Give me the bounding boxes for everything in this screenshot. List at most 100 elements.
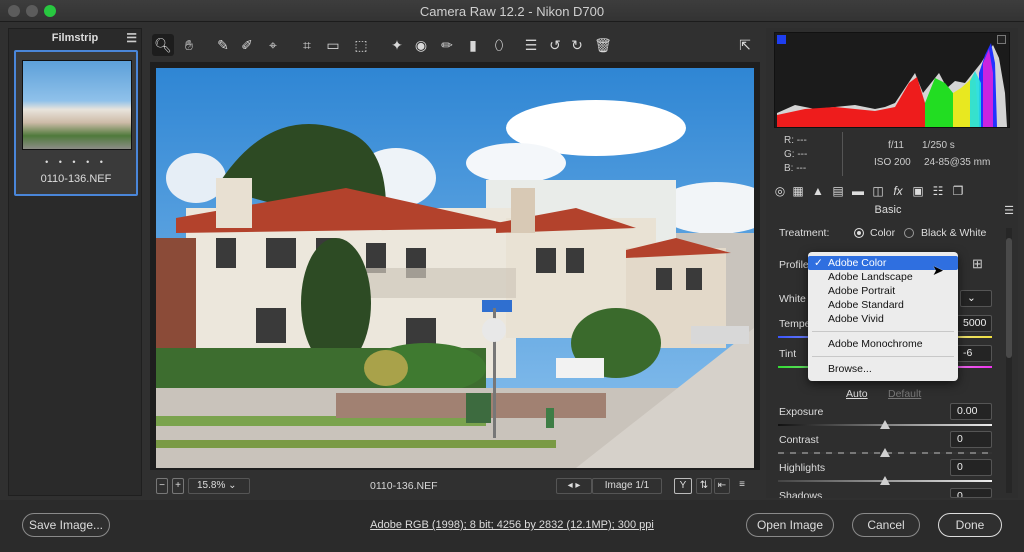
red-eye-tool-icon[interactable]: ◉ bbox=[410, 34, 432, 56]
white-balance-select[interactable]: ⌄ bbox=[960, 290, 992, 307]
dialog-footer: Save Image... Adobe RGB (1998); 8 bit; 4… bbox=[0, 500, 1024, 552]
tone-curve-tab-icon[interactable]: ▦ bbox=[790, 183, 806, 199]
copy-settings-icon[interactable]: ⇤ bbox=[714, 478, 730, 494]
basic-tab-icon[interactable]: ◎ bbox=[772, 183, 788, 199]
graduated-filter-icon[interactable]: ▮ bbox=[462, 34, 484, 56]
zoom-out-button[interactable]: − bbox=[156, 478, 168, 494]
toggle-settings-icon[interactable]: ≡ bbox=[734, 478, 750, 494]
tint-input[interactable]: -6 bbox=[956, 345, 992, 362]
bw-radio[interactable] bbox=[904, 228, 914, 238]
tint-label: Tint bbox=[779, 348, 797, 360]
mouse-pointer-icon: ➤ bbox=[932, 262, 944, 278]
image-counter: Image 1/1 bbox=[592, 478, 662, 494]
highlight-clipping-icon[interactable] bbox=[997, 35, 1006, 44]
canvas-filename: 0110-136.NEF bbox=[370, 480, 438, 492]
swap-icon[interactable]: ⇅ bbox=[696, 478, 712, 494]
presets-tab-icon[interactable]: ☷ bbox=[930, 183, 946, 199]
radial-filter-icon[interactable]: ⬯ bbox=[488, 34, 510, 56]
rotate-right-icon[interactable]: ↻ bbox=[566, 34, 588, 56]
section-title: Basic bbox=[874, 204, 902, 216]
snapshots-tab-icon[interactable]: ❐ bbox=[950, 183, 966, 199]
rotate-left-icon[interactable]: ↺ bbox=[544, 34, 566, 56]
highlights-input[interactable]: 0 bbox=[950, 459, 992, 476]
prev-next-image-buttons[interactable]: ◂ ▸ bbox=[556, 478, 592, 494]
transform-tool-icon[interactable]: ⬚ bbox=[350, 34, 372, 56]
rating-dots[interactable]: • • • • • bbox=[16, 157, 136, 167]
open-image-button[interactable]: Open Image bbox=[746, 513, 834, 537]
filmstrip-thumbnail[interactable]: • • • • • 0110-136.NEF bbox=[14, 50, 138, 196]
contrast-label: Contrast bbox=[779, 434, 819, 446]
done-button[interactable]: Done bbox=[938, 513, 1002, 537]
histogram bbox=[774, 32, 1010, 128]
zoom-value: 15.8% bbox=[197, 480, 226, 491]
spot-removal-tool-icon[interactable]: ✦ bbox=[386, 34, 408, 56]
zoom-tool-icon[interactable]: 🔍︎ bbox=[152, 34, 174, 56]
profile-option-adobe-vivid[interactable]: Adobe Vivid bbox=[808, 312, 958, 326]
effects-tab-icon[interactable]: fx bbox=[890, 183, 906, 199]
aperture-readout: f/11 bbox=[888, 140, 904, 151]
panel-tabs: ◎ ▦ ▲ ▤ ▬ ◫ fx ▣ ☷ ❐ bbox=[770, 180, 1014, 202]
tool-bar: 🔍︎ ✋︎ ✎ ✐ ⌖ ⌗ ▭ ⬚ ✦ ◉ ✏ ▮ ⬯ ☰ ↺ ↻ 🗑︎ ⇱ bbox=[150, 31, 762, 59]
exposure-label: Exposure bbox=[779, 406, 824, 418]
default-button[interactable]: Default bbox=[888, 388, 921, 400]
iso-readout: ISO 200 bbox=[874, 157, 911, 168]
white-balance-tool-icon[interactable]: ✎ bbox=[212, 34, 234, 56]
auto-button[interactable]: Auto bbox=[846, 388, 868, 400]
exposure-slider[interactable] bbox=[778, 420, 992, 429]
hsl-tab-icon[interactable]: ▤ bbox=[830, 183, 846, 199]
profile-option-adobe-portrait[interactable]: Adobe Portrait bbox=[808, 284, 958, 298]
straighten-tool-icon[interactable]: ▭ bbox=[322, 34, 344, 56]
before-after-y-button[interactable]: Y bbox=[674, 478, 692, 494]
detail-tab-icon[interactable]: ▲ bbox=[810, 183, 826, 199]
trash-icon[interactable]: 🗑︎ bbox=[592, 34, 614, 56]
presets-list-icon[interactable]: ☰ bbox=[520, 34, 542, 56]
cancel-button[interactable]: Cancel bbox=[852, 513, 920, 537]
title-bar: Camera Raw 12.2 - Nikon D700 bbox=[0, 0, 1024, 22]
temperature-input[interactable]: 5000 bbox=[956, 315, 992, 332]
lens-readout: 24-85@35 mm bbox=[924, 157, 991, 168]
zoom-select[interactable]: 15.8% ⌄ bbox=[188, 478, 250, 494]
profile-label: Profile bbox=[779, 259, 809, 271]
highlights-slider[interactable] bbox=[778, 476, 992, 485]
option-label: Adobe Color bbox=[828, 257, 887, 269]
thumbnail-image bbox=[22, 60, 132, 150]
contrast-input[interactable]: 0 bbox=[950, 431, 992, 448]
profile-option-adobe-standard[interactable]: Adobe Standard bbox=[808, 298, 958, 312]
contrast-slider[interactable] bbox=[778, 448, 992, 457]
panel-scrollbar[interactable] bbox=[1006, 228, 1012, 493]
targeted-adjustment-tool-icon[interactable]: ⌖ bbox=[262, 34, 284, 56]
menu-separator bbox=[812, 331, 954, 332]
adjustment-brush-icon[interactable]: ✏ bbox=[436, 34, 458, 56]
calibration-tab-icon[interactable]: ▣ bbox=[910, 183, 926, 199]
highlights-label: Highlights bbox=[779, 462, 826, 474]
split-toning-tab-icon[interactable]: ▬ bbox=[850, 183, 866, 199]
toggle-fullscreen-icon[interactable]: ⇱ bbox=[734, 34, 756, 56]
check-icon: ✓ bbox=[814, 257, 823, 269]
profile-browser-icon[interactable]: ⊞ bbox=[972, 256, 990, 272]
filmstrip-panel: Filmstrip ☰ • • • • • 0110-136.NEF bbox=[8, 28, 142, 496]
shadows-input[interactable]: 0 bbox=[950, 488, 992, 498]
lens-tab-icon[interactable]: ◫ bbox=[870, 183, 886, 199]
image-canvas[interactable] bbox=[150, 62, 760, 470]
window-title: Camera Raw 12.2 - Nikon D700 bbox=[419, 4, 605, 19]
thumbnail-filename: 0110-136.NEF bbox=[40, 173, 112, 185]
color-radio[interactable] bbox=[854, 228, 864, 238]
treatment-label: Treatment: bbox=[779, 227, 830, 239]
bw-label: Black & White bbox=[921, 227, 987, 239]
zoom-in-button[interactable]: + bbox=[172, 478, 184, 494]
camera-info: R: --- G: --- B: --- f/11 1/250 s ISO 20… bbox=[774, 132, 1010, 176]
shadow-clipping-icon[interactable] bbox=[777, 35, 786, 44]
color-sampler-tool-icon[interactable]: ✐ bbox=[236, 34, 258, 56]
profile-option-adobe-monochrome[interactable]: Adobe Monochrome bbox=[808, 337, 958, 351]
menu-separator bbox=[812, 356, 954, 357]
filmstrip-menu-icon[interactable]: ☰ bbox=[126, 29, 137, 47]
exposure-input[interactable]: 0.00 bbox=[950, 403, 992, 420]
crop-tool-icon[interactable]: ⌗ bbox=[296, 34, 318, 56]
panel-menu-icon[interactable]: ☰ bbox=[1004, 204, 1014, 217]
white-balance-label: White bbox=[779, 293, 806, 305]
profile-browse-option[interactable]: Browse... bbox=[808, 362, 958, 376]
shadows-label: Shadows bbox=[779, 490, 823, 498]
rgb-b-readout: B: --- bbox=[784, 163, 807, 174]
hand-tool-icon[interactable]: ✋︎ bbox=[178, 34, 200, 56]
shutter-readout: 1/250 s bbox=[922, 140, 955, 151]
